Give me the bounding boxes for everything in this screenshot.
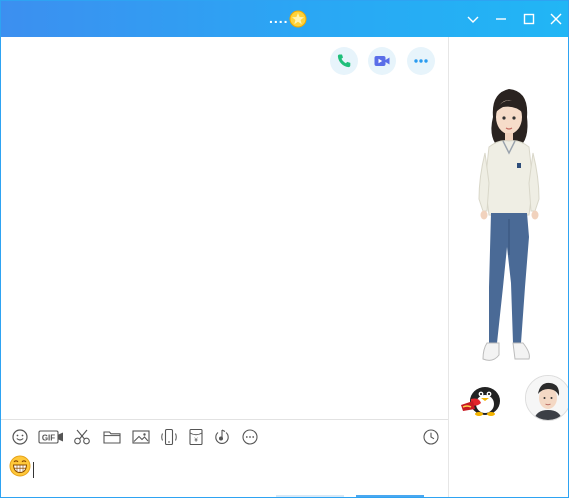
send-indicator (356, 495, 424, 497)
title-bar[interactable]: .... (1, 1, 568, 37)
video-camera-icon (374, 56, 390, 66)
message-input[interactable] (1, 452, 448, 497)
gif-label: GIF (42, 433, 55, 442)
contact-name: .... (269, 10, 289, 26)
phone-icon (337, 54, 351, 68)
maximize-icon[interactable] (519, 9, 539, 29)
clock-icon[interactable] (420, 426, 442, 448)
side-panel (449, 37, 568, 497)
more-dots-icon (414, 59, 428, 63)
svg-text:¥: ¥ (194, 438, 198, 444)
gif-button[interactable]: GIF (38, 426, 64, 448)
image-icon[interactable] (130, 426, 152, 448)
shake-icon[interactable] (158, 426, 180, 448)
smiley-icon[interactable] (9, 426, 31, 448)
message-area[interactable] (1, 37, 448, 419)
more-options-button[interactable] (407, 47, 435, 75)
penguin-pet-icon[interactable] (457, 377, 503, 417)
bottom-indicator (276, 495, 344, 497)
profile-avatar[interactable] (525, 375, 568, 421)
folder-icon[interactable] (101, 426, 123, 448)
grinning-emoji-icon (9, 455, 31, 477)
music-icon[interactable] (211, 426, 233, 448)
input-toolbar: GIF ¥ (1, 420, 448, 452)
video-call-button[interactable] (368, 47, 396, 75)
red-packet-icon[interactable]: ¥ (185, 426, 207, 448)
chevron-down-icon[interactable] (463, 9, 483, 29)
voice-call-button[interactable] (330, 47, 358, 75)
scissors-icon[interactable] (71, 426, 93, 448)
close-icon[interactable] (546, 9, 566, 29)
chat-window: .... GIF ¥ (0, 0, 569, 498)
more-circle-icon[interactable] (239, 426, 261, 448)
vip-star-badge-icon (289, 10, 307, 28)
text-caret (33, 462, 34, 478)
dressed-avatar-show[interactable] (473, 87, 545, 377)
minimize-icon[interactable] (491, 9, 511, 29)
